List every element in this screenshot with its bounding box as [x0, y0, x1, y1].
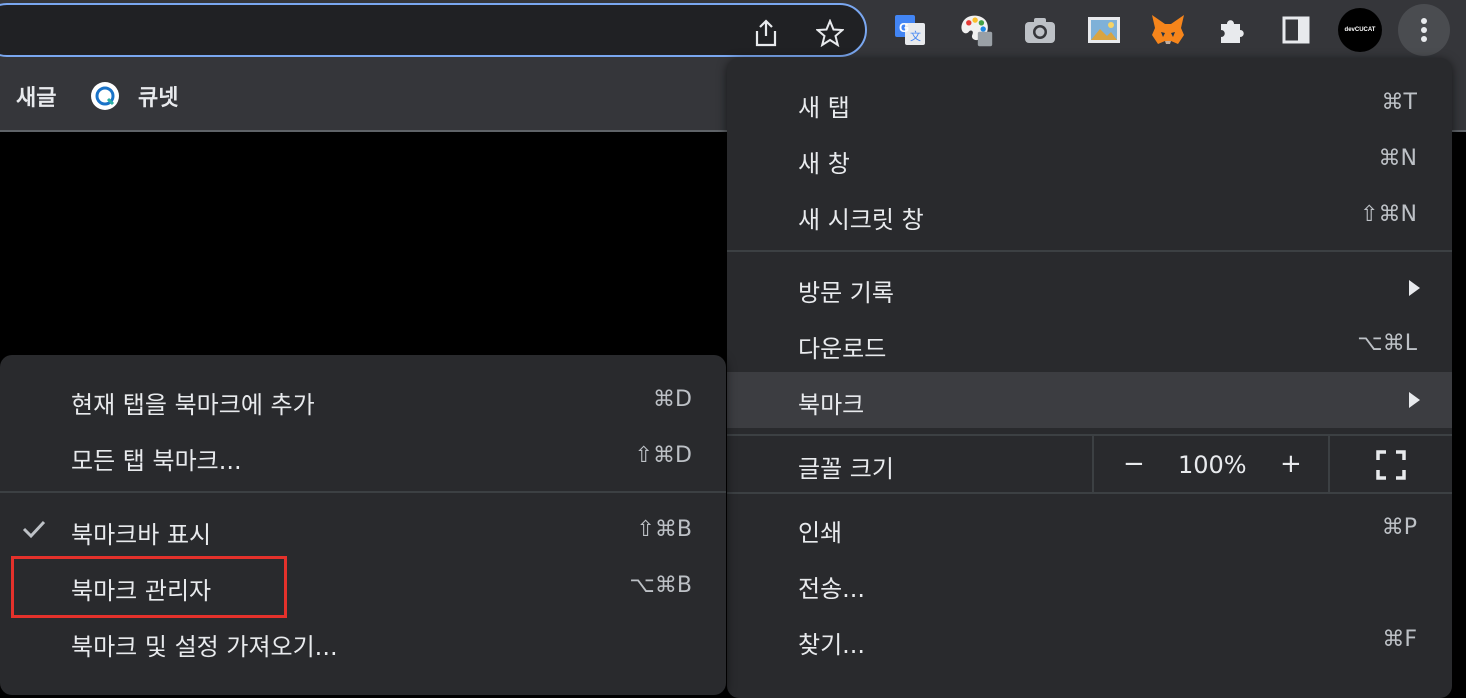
profile-avatar[interactable]: devCUCAT	[1338, 8, 1382, 52]
menu-separator	[0, 491, 726, 493]
menu-item-shortcut: ⌘T	[1381, 90, 1417, 115]
menu-separator	[727, 492, 1452, 494]
zoom-in-button[interactable]: +	[1280, 449, 1302, 479]
submenu-arrow-icon	[1409, 392, 1420, 408]
star-icon[interactable]	[816, 19, 844, 47]
side-panel-icon[interactable]	[1278, 12, 1314, 48]
menu-item-bookmarks[interactable]: 북마크	[727, 372, 1452, 428]
bookmark-item-saegeul[interactable]: 새글	[16, 80, 56, 112]
menu-item-shortcut: ⌥⌘L	[1357, 331, 1417, 356]
menu-item-shortcut: ⌥⌘B	[629, 573, 692, 598]
menu-item-shortcut: ⌘F	[1382, 627, 1417, 652]
menu-item-label: 전송...	[798, 575, 866, 603]
camera-icon[interactable]	[1022, 12, 1058, 48]
menu-item-font-size: 글꼴 크기 − 100% +	[727, 436, 1452, 492]
three-dots-icon[interactable]	[1398, 4, 1450, 56]
color-picker-icon[interactable]	[958, 12, 994, 48]
menu-item-new-incognito-window[interactable]: 새 시크릿 창 ⇧⌘N	[727, 187, 1452, 243]
svg-text:G: G	[899, 20, 909, 35]
image-icon[interactable]	[1086, 12, 1122, 48]
menu-item-downloads[interactable]: 다운로드 ⌥⌘L	[727, 316, 1452, 372]
metamask-fox-icon[interactable]	[1150, 12, 1186, 48]
menu-item-label: 현재 탭을 북마크에 추가	[71, 391, 315, 419]
menu-item-label: 찾기...	[798, 631, 866, 659]
menu-item-print[interactable]: 인쇄 ⌘P	[727, 500, 1452, 556]
menu-separator	[727, 250, 1452, 252]
menu-item-cast[interactable]: 전송...	[727, 556, 1452, 612]
address-bar[interactable]	[0, 3, 867, 57]
submenu-item-bookmark-all-tabs[interactable]: 모든 탭 북마크... ⇧⌘D	[0, 428, 726, 484]
menu-item-find[interactable]: 찾기... ⌘F	[727, 612, 1452, 668]
menu-item-label: 북마크	[798, 391, 865, 419]
menu-item-shortcut: ⌘P	[1381, 515, 1417, 540]
zoom-level: 100%	[1178, 451, 1247, 479]
menu-item-label: 새 탭	[798, 94, 850, 122]
menu-item-new-window[interactable]: 새 창 ⌘N	[727, 131, 1452, 187]
menu-item-shortcut: ⇧⌘N	[1360, 202, 1417, 227]
menu-item-label: 다운로드	[798, 335, 887, 363]
menu-item-label: 북마크 및 설정 가져오기...	[71, 633, 338, 661]
fullscreen-button[interactable]	[1328, 436, 1454, 492]
menu-item-label: 인쇄	[798, 519, 843, 547]
browser-toolbar: G文 devCUCAT	[0, 0, 1466, 60]
menu-item-new-tab[interactable]: 새 탭 ⌘T	[727, 75, 1452, 131]
menu-item-label: 글꼴 크기	[798, 455, 894, 483]
puzzle-extensions-icon[interactable]	[1214, 12, 1250, 48]
profile-label: devCUCAT	[1344, 27, 1376, 33]
submenu-item-import-bookmarks[interactable]: 북마크 및 설정 가져오기...	[0, 614, 726, 670]
menu-item-shortcut: ⇧⌘B	[636, 517, 692, 542]
chrome-main-menu: 새 탭 ⌘T 새 창 ⌘N 새 시크릿 창 ⇧⌘N 방문 기록 다운로드 ⌥⌘L…	[727, 58, 1452, 698]
menu-item-label: 모든 탭 북마크...	[71, 447, 242, 475]
zoom-controls: − 100% +	[1092, 436, 1330, 492]
menu-item-label: 북마크바 표시	[71, 521, 212, 549]
menu-item-history[interactable]: 방문 기록	[727, 260, 1452, 316]
submenu-item-bookmark-this-tab[interactable]: 현재 탭을 북마크에 추가 ⌘D	[0, 372, 726, 428]
qnet-logo-icon	[91, 82, 119, 110]
menu-item-label: 새 창	[798, 150, 850, 178]
zoom-out-button[interactable]: −	[1123, 449, 1145, 479]
share-icon[interactable]	[752, 19, 780, 47]
menu-item-label: 방문 기록	[798, 279, 894, 307]
menu-item-shortcut: ⌘N	[1378, 146, 1417, 171]
menu-item-label: 새 시크릿 창	[798, 206, 924, 234]
menu-item-shortcut: ⇧⌘D	[634, 443, 692, 468]
checkmark-icon	[22, 520, 46, 539]
highlight-annotation-box	[11, 556, 287, 618]
svg-text:文: 文	[910, 29, 921, 43]
bookmark-item-qnet[interactable]: 큐넷	[138, 80, 178, 112]
menu-item-shortcut: ⌘D	[653, 387, 692, 412]
bookmarks-submenu: 현재 탭을 북마크에 추가 ⌘D 모든 탭 북마크... ⇧⌘D 북마크바 표시…	[0, 355, 726, 695]
submenu-arrow-icon	[1409, 280, 1420, 296]
submenu-item-show-bookmarks-bar[interactable]: 북마크바 표시 ⇧⌘B	[0, 502, 726, 558]
fullscreen-icon	[1376, 450, 1406, 480]
google-translate-icon[interactable]: G文	[892, 12, 928, 48]
